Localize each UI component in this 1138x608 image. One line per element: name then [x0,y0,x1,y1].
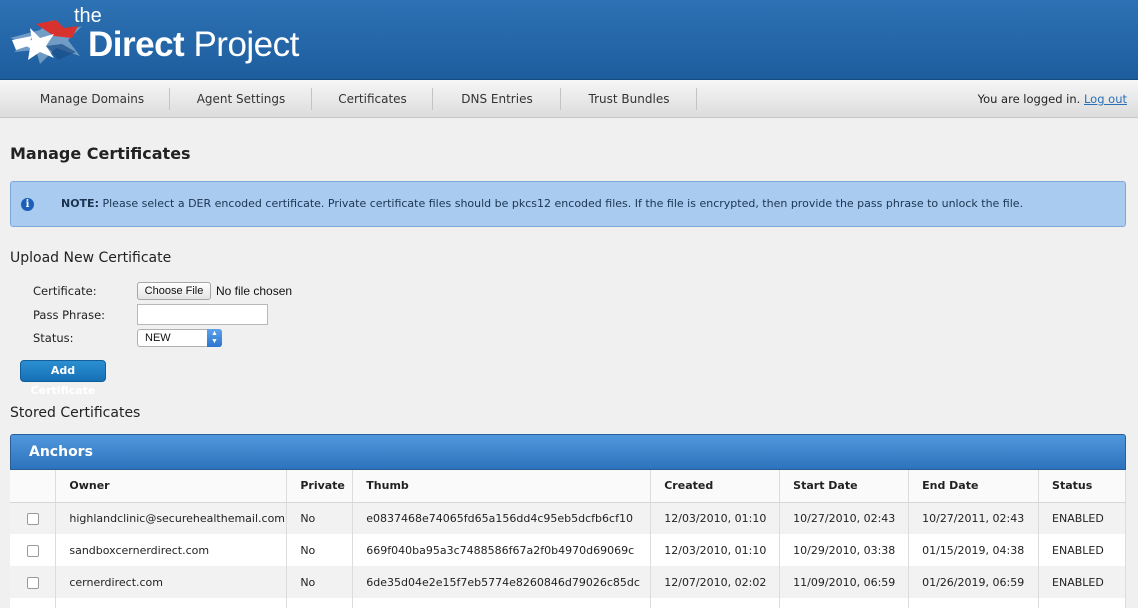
table-header-row: Owner Private Thumb Created Start Date E… [10,470,1126,503]
private-cell: No [286,502,354,534]
row-checkbox[interactable] [26,576,39,589]
start-date-cell: 10/27/2010, 02:43 [779,502,910,534]
row-checkbox[interactable] [26,512,39,525]
thumb-cell: 6de35d04e2e15f7eb5774e8260846d79026c85dc [352,566,652,598]
nav-dns-entries[interactable]: DNS Entries [433,80,561,118]
end-date-cell: 01/15/2019, 04:38 [908,534,1040,566]
note-label: NOTE: [61,197,99,210]
brand-title: Direct Project [88,25,299,65]
updown-arrows-icon: ▲ ▼ [207,329,222,347]
status-cell: ENABLED [1038,534,1126,566]
login-status: You are logged in. Log out [978,80,1127,118]
main-nav: Manage Domains Agent Settings Certificat… [0,80,1138,118]
private-cell: No [286,566,354,598]
thumb-cell: 669f040ba95a3c7488586f67a2f0b4970d69069c [352,534,652,566]
start-date-cell: 11/09/2010, 06:59 [779,566,910,598]
start-date-cell: 10/29/2010, 03:38 [779,534,910,566]
nav-manage-domains[interactable]: Manage Domains [14,80,170,118]
private-cell: No [286,534,354,566]
pass-phrase-input[interactable] [137,304,268,325]
nav-separator [696,88,697,110]
note-banner: i NOTE: Please select a DER encoded cert… [10,181,1126,227]
status-select[interactable]: NEW ▲ ▼ [137,329,222,347]
empty-cell [286,598,354,608]
column-header-end-date[interactable]: End Date [908,470,1040,503]
column-header-created[interactable]: Created [650,470,781,503]
owner-cell: highlandclinic@securehealthemail.com [55,502,288,534]
pass-phrase-label: Pass Phrase: [33,308,106,322]
thumb-cell: e0837468e74065fd65a156dd4c95eb5dcfb6cf10 [352,502,652,534]
nav-certificates[interactable]: Certificates [312,80,433,118]
login-text: You are logged in. [977,92,1081,106]
nav-trust-bundles[interactable]: Trust Bundles [561,80,697,118]
note-text: NOTE: Please select a DER encoded certif… [61,197,1023,210]
add-certificate-button[interactable]: Add Certificate [20,360,106,397]
created-cell: 12/07/2010, 02:02 [650,566,781,598]
row-select-cell [10,598,57,608]
certificate-label: Certificate: [33,284,97,298]
owner-cell: sandboxcernerdirect.com [55,534,288,566]
column-header-private[interactable]: Private [286,470,354,503]
column-header-thumb[interactable]: Thumb [352,470,652,503]
page-title: Manage Certificates [10,144,191,163]
empty-cell [908,598,1040,608]
logout-link[interactable]: Log out [1084,92,1127,106]
end-date-cell: 01/26/2019, 06:59 [908,566,1040,598]
status-cell: ENABLED [1038,502,1126,534]
column-header-owner[interactable]: Owner [55,470,288,503]
empty-cell [650,598,781,608]
status-select-value: NEW [145,332,171,344]
end-date-cell: 10/27/2011, 02:43 [908,502,1040,534]
brand-rest: Project [184,25,299,64]
column-header-start-date[interactable]: Start Date [779,470,910,503]
table-row: sandboxcernerdirect.com No 669f040ba95a3… [10,534,1126,566]
created-cell: 12/03/2010, 01:10 [650,502,781,534]
empty-cell [779,598,910,608]
anchors-panel-header: Anchors [10,434,1126,470]
row-select-cell [10,534,57,566]
empty-cell [352,598,652,608]
nav-agent-settings[interactable]: Agent Settings [170,80,312,118]
anchors-panel-title: Anchors [29,444,93,460]
note-body: Please select a DER encoded certificate.… [98,197,1024,210]
app-header: the Direct Project [0,0,1138,80]
owner-cell: cernerdirect.com [55,566,288,598]
row-select-cell [10,502,57,534]
anchors-table: Owner Private Thumb Created Start Date E… [10,470,1126,608]
info-icon: i [21,198,34,211]
select-column-header [10,470,57,503]
empty-cell [1038,598,1126,608]
row-checkbox[interactable] [26,544,39,557]
table-row: cernerdirect.com No 6de35d04e2e15f7eb577… [10,566,1126,598]
table-row [10,598,1126,608]
created-cell: 12/03/2010, 01:10 [650,534,781,566]
stored-heading: Stored Certificates [10,405,141,421]
row-select-cell [10,566,57,598]
status-label: Status: [33,331,74,345]
status-cell: ENABLED [1038,566,1126,598]
column-header-status[interactable]: Status [1038,470,1126,503]
upload-heading: Upload New Certificate [10,250,172,266]
no-file-text: No file chosen [216,284,293,298]
empty-cell [55,598,288,608]
brand-bold: Direct [88,25,185,64]
table-row: highlandclinic@securehealthemail.com No … [10,502,1126,534]
choose-file-button[interactable]: Choose File [137,282,211,300]
